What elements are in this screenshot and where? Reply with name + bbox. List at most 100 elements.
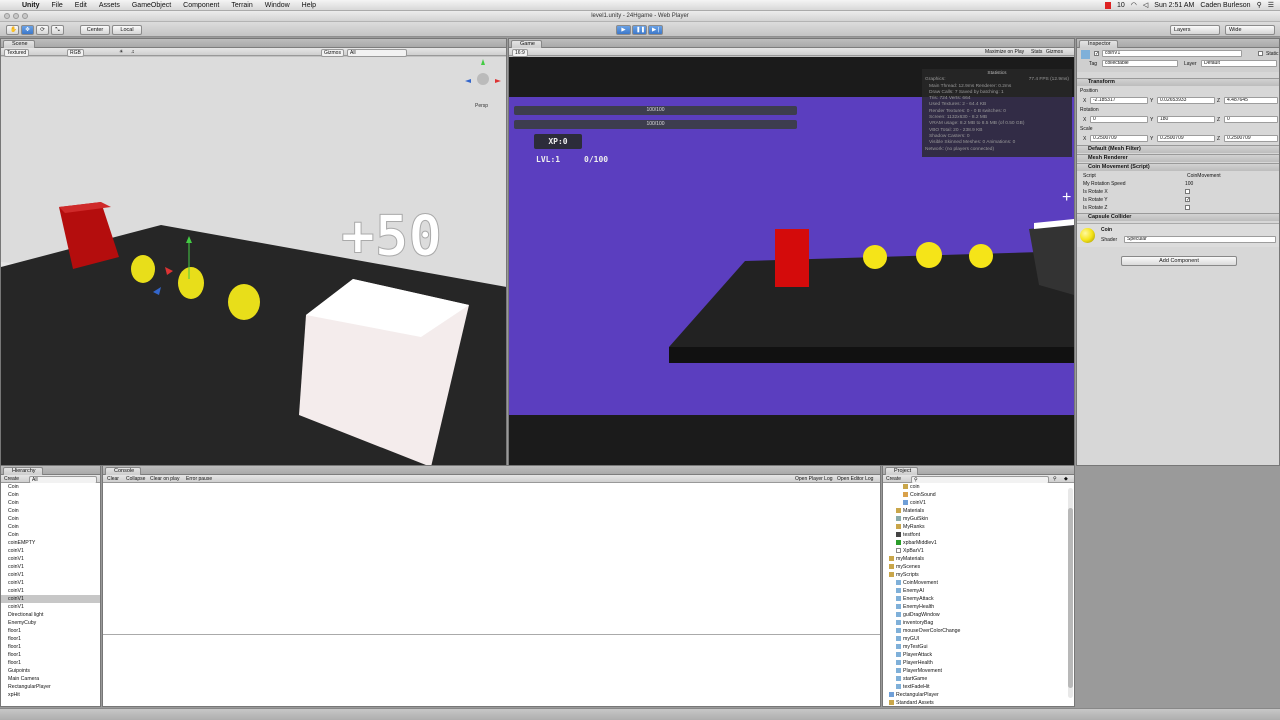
- hierarchy-item[interactable]: floor1: [1, 651, 100, 659]
- console-clear-on-play-button[interactable]: Clear on play: [150, 476, 179, 482]
- layers-dropdown[interactable]: Layers: [1170, 25, 1220, 35]
- console-detail-area[interactable]: [103, 635, 880, 706]
- project-item[interactable]: testfont: [883, 531, 1066, 539]
- hierarchy-item[interactable]: coinV1: [1, 595, 100, 603]
- hierarchy-create-dropdown[interactable]: Create: [4, 476, 19, 482]
- clock[interactable]: Sun 2:51 AM: [1154, 2, 1194, 9]
- rotation-x-field[interactable]: 0: [1090, 116, 1148, 123]
- scale-x-field[interactable]: 0.2500709: [1090, 135, 1148, 142]
- project-item[interactable]: mouseOverColorChange: [883, 627, 1066, 635]
- game-viewport[interactable]: + 100/100 100/100 XP:0 LVL:1 0/100 Stati…: [509, 57, 1074, 465]
- hierarchy-item[interactable]: RectangularPlayer: [1, 683, 100, 691]
- project-item[interactable]: coinV1: [883, 499, 1066, 507]
- step-button[interactable]: ▶❘: [648, 25, 663, 35]
- console-log-area[interactable]: [103, 483, 880, 634]
- menu-window[interactable]: Window: [259, 2, 296, 9]
- project-item[interactable]: XpBarV1: [883, 547, 1066, 555]
- apple-icon[interactable]: [8, 1, 16, 10]
- tag-dropdown[interactable]: collectable: [1102, 60, 1178, 67]
- tab-project[interactable]: Project: [885, 467, 919, 475]
- open-player-log-button[interactable]: Open Player Log: [795, 476, 833, 482]
- project-item[interactable]: myScripts: [883, 571, 1066, 579]
- menu-assets[interactable]: Assets: [93, 2, 126, 9]
- menu-help[interactable]: Help: [296, 2, 322, 9]
- hierarchy-item[interactable]: Coin: [1, 523, 100, 531]
- rotation-speed-value[interactable]: 100: [1185, 181, 1193, 187]
- tab-hierarchy[interactable]: Hierarchy: [3, 467, 43, 475]
- render-mode-dropdown[interactable]: RGB: [67, 49, 84, 57]
- position-z-field[interactable]: 4.487645: [1224, 97, 1278, 104]
- layer-dropdown[interactable]: Default: [1201, 60, 1277, 67]
- hierarchy-item[interactable]: coinV1: [1, 603, 100, 611]
- hierarchy-item[interactable]: coinV1: [1, 555, 100, 563]
- menu-gameobject[interactable]: GameObject: [126, 2, 177, 9]
- rotate-y-checkbox[interactable]: ✓: [1185, 197, 1190, 203]
- hand-tool-icon[interactable]: ✋: [6, 25, 19, 35]
- minimize-window-icon[interactable]: [13, 13, 19, 19]
- project-item[interactable]: textFadeHit: [883, 683, 1066, 691]
- tab-scene[interactable]: Scene: [3, 40, 35, 48]
- tab-inspector[interactable]: Inspector: [1079, 40, 1118, 48]
- project-item[interactable]: myGuiSkin: [883, 515, 1066, 523]
- move-tool-icon[interactable]: ✥: [21, 25, 34, 35]
- tab-console[interactable]: Console: [105, 467, 142, 475]
- active-checkbox[interactable]: ✓: [1094, 51, 1099, 57]
- project-scrollbar-thumb[interactable]: [1068, 508, 1073, 688]
- volume-icon[interactable]: ◁: [1143, 1, 1148, 9]
- close-window-icon[interactable]: [4, 13, 10, 19]
- coin-movement-header[interactable]: Coin Movement (Script): [1077, 163, 1279, 171]
- project-item[interactable]: PlayerHealth: [883, 659, 1066, 667]
- scene-viewport[interactable]: +50 Persp: [1, 57, 506, 465]
- hierarchy-item[interactable]: floor1: [1, 627, 100, 635]
- scene-search-input[interactable]: All: [347, 49, 407, 57]
- project-item[interactable]: CoinMovement: [883, 579, 1066, 587]
- console-clear-button[interactable]: Clear: [107, 476, 119, 482]
- hierarchy-item[interactable]: Main Camera: [1, 675, 100, 683]
- add-component-button[interactable]: Add Component: [1121, 256, 1237, 266]
- hierarchy-item[interactable]: Directional light: [1, 611, 100, 619]
- project-item[interactable]: myMaterials: [883, 555, 1066, 563]
- project-item[interactable]: PlayerAttack: [883, 651, 1066, 659]
- console-error-pause-button[interactable]: Error pause: [186, 476, 212, 482]
- project-item[interactable]: myGUI: [883, 635, 1066, 643]
- menu-edit[interactable]: Edit: [69, 2, 93, 9]
- mesh-filter-header[interactable]: Default (Mesh Filter): [1077, 145, 1279, 153]
- hierarchy-item[interactable]: Coin: [1, 483, 100, 491]
- hierarchy-item[interactable]: floor1: [1, 643, 100, 651]
- layout-dropdown[interactable]: Wide: [1225, 25, 1275, 35]
- play-button[interactable]: ▶: [616, 25, 631, 35]
- hierarchy-item[interactable]: floor1: [1, 659, 100, 667]
- object-name-field[interactable]: coinV1: [1102, 50, 1242, 57]
- console-collapse-button[interactable]: Collapse: [126, 476, 145, 482]
- scale-z-field[interactable]: 0.2500709: [1224, 135, 1278, 142]
- static-checkbox[interactable]: [1258, 51, 1263, 56]
- open-editor-log-button[interactable]: Open Editor Log: [837, 476, 873, 482]
- project-scrollbar[interactable]: [1068, 488, 1073, 698]
- rotation-y-field[interactable]: 180: [1157, 116, 1215, 123]
- hierarchy-item[interactable]: coinV1: [1, 563, 100, 571]
- hierarchy-item[interactable]: coinEMPTY: [1, 539, 100, 547]
- record-icon[interactable]: [1104, 1, 1111, 9]
- hierarchy-item[interactable]: coinV1: [1, 547, 100, 555]
- project-item[interactable]: myScenes: [883, 563, 1066, 571]
- project-item[interactable]: myTestGui: [883, 643, 1066, 651]
- hierarchy-item[interactable]: Guipoints: [1, 667, 100, 675]
- pause-button[interactable]: ❚❚: [632, 25, 647, 35]
- project-item[interactable]: inventoryBag: [883, 619, 1066, 627]
- mesh-renderer-header[interactable]: Mesh Renderer: [1077, 154, 1279, 162]
- hierarchy-item[interactable]: coinV1: [1, 571, 100, 579]
- hierarchy-item[interactable]: Coin: [1, 491, 100, 499]
- project-item[interactable]: RectangularPlayer: [883, 691, 1066, 699]
- hierarchy-item[interactable]: Coin: [1, 531, 100, 539]
- rotate-z-checkbox[interactable]: [1185, 205, 1190, 210]
- project-item[interactable]: EnemyAI: [883, 587, 1066, 595]
- rotate-x-checkbox[interactable]: [1185, 189, 1190, 194]
- menu-terrain[interactable]: Terrain: [225, 2, 258, 9]
- scene-audio-icon[interactable]: ♫: [131, 49, 135, 55]
- project-item[interactable]: PlayerMovement: [883, 667, 1066, 675]
- battery-count[interactable]: 10: [1117, 2, 1125, 9]
- hierarchy-item[interactable]: EnemyCuby: [1, 619, 100, 627]
- capsule-collider-header[interactable]: Capsule Collider: [1077, 213, 1279, 221]
- menu-unity[interactable]: Unity: [16, 2, 46, 9]
- scale-y-field[interactable]: 0.2500709: [1157, 135, 1215, 142]
